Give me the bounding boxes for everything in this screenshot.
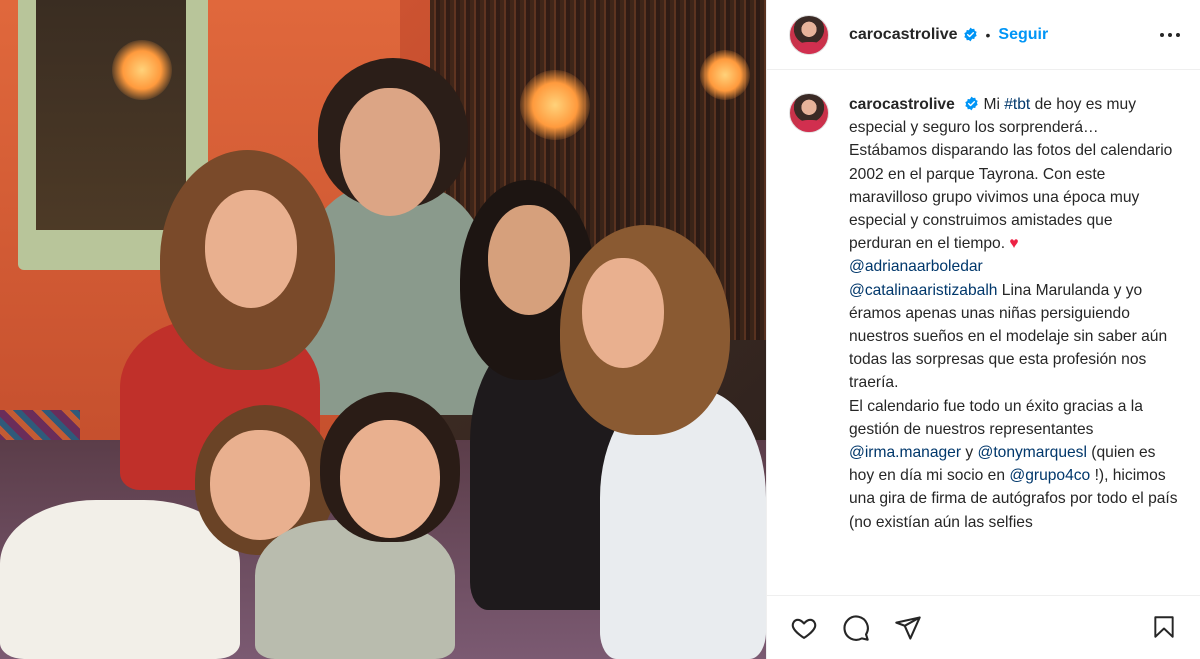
- caption-area: carocastrolive Mi #tbt de hoy es muy esp…: [767, 71, 1200, 595]
- verified-badge-icon: [963, 27, 977, 42]
- more-options-icon[interactable]: [1157, 22, 1183, 48]
- heart-emoji: ♥: [1009, 235, 1019, 253]
- mention-link[interactable]: @irma.manager: [849, 444, 961, 461]
- caption-text-segment: El calendario fue todo un éxito gracias …: [849, 397, 1143, 438]
- photo-lamp: [700, 50, 750, 100]
- caption-text: carocastrolive Mi #tbt de hoy es muy esp…: [849, 93, 1179, 595]
- heart-icon[interactable]: [789, 613, 819, 643]
- avatar[interactable]: [789, 14, 829, 55]
- comment-icon[interactable]: [841, 613, 871, 643]
- mention-link[interactable]: @catalinaaristizabalh: [849, 282, 997, 299]
- follow-button[interactable]: Seguir: [998, 26, 1048, 44]
- photo-lamp: [112, 40, 172, 100]
- header-username[interactable]: carocastrolive: [849, 26, 958, 44]
- post-header: carocastrolive • Seguir: [767, 0, 1200, 70]
- photo-window: [36, 0, 186, 230]
- caption-text-segment: de hoy es muy especial y seguro los sorp…: [849, 96, 1173, 253]
- avatar[interactable]: [789, 93, 829, 133]
- caption-text-segment: y: [961, 444, 978, 462]
- mention-link[interactable]: @adrianaarboledar: [849, 258, 983, 275]
- caption-text-segment: Mi: [983, 96, 1005, 113]
- post-actions-bar: [767, 595, 1200, 659]
- photo-lamp: [520, 70, 590, 140]
- bookmark-icon[interactable]: [1149, 612, 1179, 642]
- share-icon[interactable]: [893, 613, 923, 643]
- mention-link[interactable]: @grupo4co: [1009, 467, 1090, 484]
- verified-badge-icon: [965, 96, 978, 111]
- post-side-panel: carocastrolive • Seguir carocastrolive M…: [766, 0, 1200, 659]
- hashtag-link[interactable]: #tbt: [1004, 96, 1030, 113]
- caption-username[interactable]: carocastrolive: [849, 96, 955, 113]
- mention-link[interactable]: @tonymarquesl: [978, 444, 1087, 461]
- post-photo[interactable]: [0, 0, 766, 659]
- header-separator: •: [985, 26, 991, 43]
